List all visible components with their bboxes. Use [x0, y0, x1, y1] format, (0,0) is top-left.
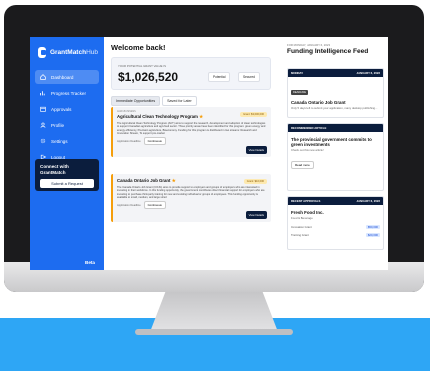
tab-immediate-opportunities[interactable]: Immediate Opportunities [111, 96, 161, 106]
calendar-icon [40, 106, 46, 112]
opportunity-title: Canada Ontario Job Grant [117, 178, 171, 183]
monitor-stand [150, 292, 278, 332]
deadline-label: Application Deadline [117, 203, 141, 207]
main-content: Welcome back! YOUR POTENTIAL GRANT VALUE… [104, 37, 388, 270]
company-industry: Food & Beverage [291, 216, 313, 220]
feed-date: FOR MONDAY, JANUARY 6, 2023 [287, 43, 331, 47]
user-icon [40, 122, 46, 128]
company-name: Fresh Food Inc. [291, 210, 324, 215]
grant-amount-tag: Grant: $3,000,000 [240, 112, 267, 117]
beta-label: Beta [85, 260, 95, 265]
sidebar-item-label: Dashboard [51, 74, 74, 80]
logo-icon [38, 47, 46, 58]
sidebar-item-label: Profile [51, 122, 65, 128]
opportunity-description: The Agricultural Clean Technology Progra… [117, 122, 266, 136]
sidebar-item-approvals[interactable]: Approvals [35, 102, 99, 116]
sidebar-item-progress-tracker[interactable]: Progress Tracker [35, 86, 99, 100]
deadline-reminder-card[interactable]: MONDAY JANUARY 6, 2023 DEADLINE Canada On… [287, 68, 384, 118]
sidebar-item-label: Approvals [51, 106, 72, 112]
logo-suffix: Hub [86, 49, 98, 56]
gear-icon [40, 138, 46, 144]
deadline-value: Continuous [143, 201, 166, 210]
view-details-button[interactable]: View Details [245, 211, 267, 219]
potential-toggle[interactable]: Potential [208, 72, 231, 82]
monitor-foot [135, 329, 293, 335]
secured-toggle[interactable]: Secured [238, 72, 260, 82]
approval-row: Innovation Grant $50,000 [291, 224, 380, 229]
approval-amount: $20,000 [365, 232, 380, 237]
card-header-date: JANUARY 6, 2023 [356, 199, 380, 203]
deadline-value: Continuous [143, 137, 166, 146]
sidebar: GrantMatchHub Dashboard Progress Tracker… [30, 37, 104, 270]
feed-title: Funding Intelligence Feed [287, 48, 369, 55]
sidebar-item-profile[interactable]: Profile [35, 118, 99, 132]
reminder-title: Canada Ontario Job Grant [291, 100, 346, 105]
opportunity-description: The Canada Ontario Job Grant (COJG) aims… [117, 186, 265, 200]
grant-label: YOUR POTENTIAL GRANT VALUE IS [118, 64, 166, 68]
app-logo[interactable]: GrantMatchHub [30, 37, 104, 64]
deadline-badge: DEADLINE [291, 90, 308, 95]
card-header-label: RECENT APPROVALS [291, 199, 321, 203]
recommended-article-card: RECOMMENDED ARTICLE The provincial gover… [287, 123, 384, 191]
article-text: Check out this new article! [291, 148, 324, 152]
app-screen: GrantMatchHub Dashboard Progress Tracker… [30, 37, 388, 270]
funding-feed: FOR MONDAY, JANUARY 6, 2023 Funding Inte… [287, 37, 388, 270]
approval-label: Training Grant [291, 232, 309, 237]
star-icon[interactable]: ★ [172, 178, 176, 183]
home-icon [40, 74, 46, 80]
grant-value-card: YOUR POTENTIAL GRANT VALUE IS $1,026,520… [111, 57, 271, 90]
reminder-text: Only 5 days left to submit your applicat… [291, 106, 378, 110]
opportunity-tabs: Immediate Opportunities Saved for Later [111, 96, 197, 106]
chart-icon [40, 91, 45, 96]
card-header-label: MONDAY [291, 71, 304, 75]
sidebar-item-dashboard[interactable]: Dashboard [35, 70, 99, 84]
connect-title: Connect with GrantMatch [40, 164, 69, 175]
approval-amount: $50,000 [365, 224, 380, 229]
tab-saved-for-later[interactable]: Saved for Later [162, 96, 197, 106]
card-header-date: JANUARY 6, 2023 [356, 71, 380, 75]
sidebar-item-label: Settings [51, 138, 68, 144]
sidebar-item-label: Progress Tracker [51, 90, 86, 96]
opportunity-title: Agricultural Clean Technology Program [117, 114, 198, 119]
connect-panel: Connect with GrantMatch Submit a Request [35, 159, 99, 191]
grant-value: $1,026,520 [118, 70, 179, 84]
approval-label: Innovation Grant [291, 224, 312, 229]
view-details-button[interactable]: View Details [245, 146, 267, 154]
approval-row: Training Grant $20,000 [291, 232, 380, 237]
submit-request-button[interactable]: Submit a Request [40, 179, 94, 188]
deadline-label: Application Deadline [117, 139, 141, 143]
opportunity-card[interactable]: Canada Ontario Job Grant ★ Grant: $10,00… [111, 174, 271, 222]
page-title: Welcome back! [111, 43, 166, 52]
grant-amount-tag: Grant: $10,000 [243, 179, 267, 184]
recent-approvals-card: RECENT APPROVALS JANUARY 6, 2023 Fresh Fo… [287, 196, 384, 250]
card-header-label: RECOMMENDED ARTICLE [291, 126, 327, 130]
opportunity-card[interactable]: AGRI-BUSINESS Agricultural Clean Technol… [111, 107, 271, 157]
logo-name: GrantMatch [49, 49, 87, 56]
read-more-button[interactable]: Read more [291, 160, 314, 169]
sidebar-item-settings[interactable]: Settings [35, 134, 99, 148]
star-icon[interactable]: ★ [199, 114, 203, 119]
sidebar-nav: Dashboard Progress Tracker Approvals Pro… [30, 70, 104, 164]
article-title: The provincial government commits to gre… [291, 137, 372, 147]
